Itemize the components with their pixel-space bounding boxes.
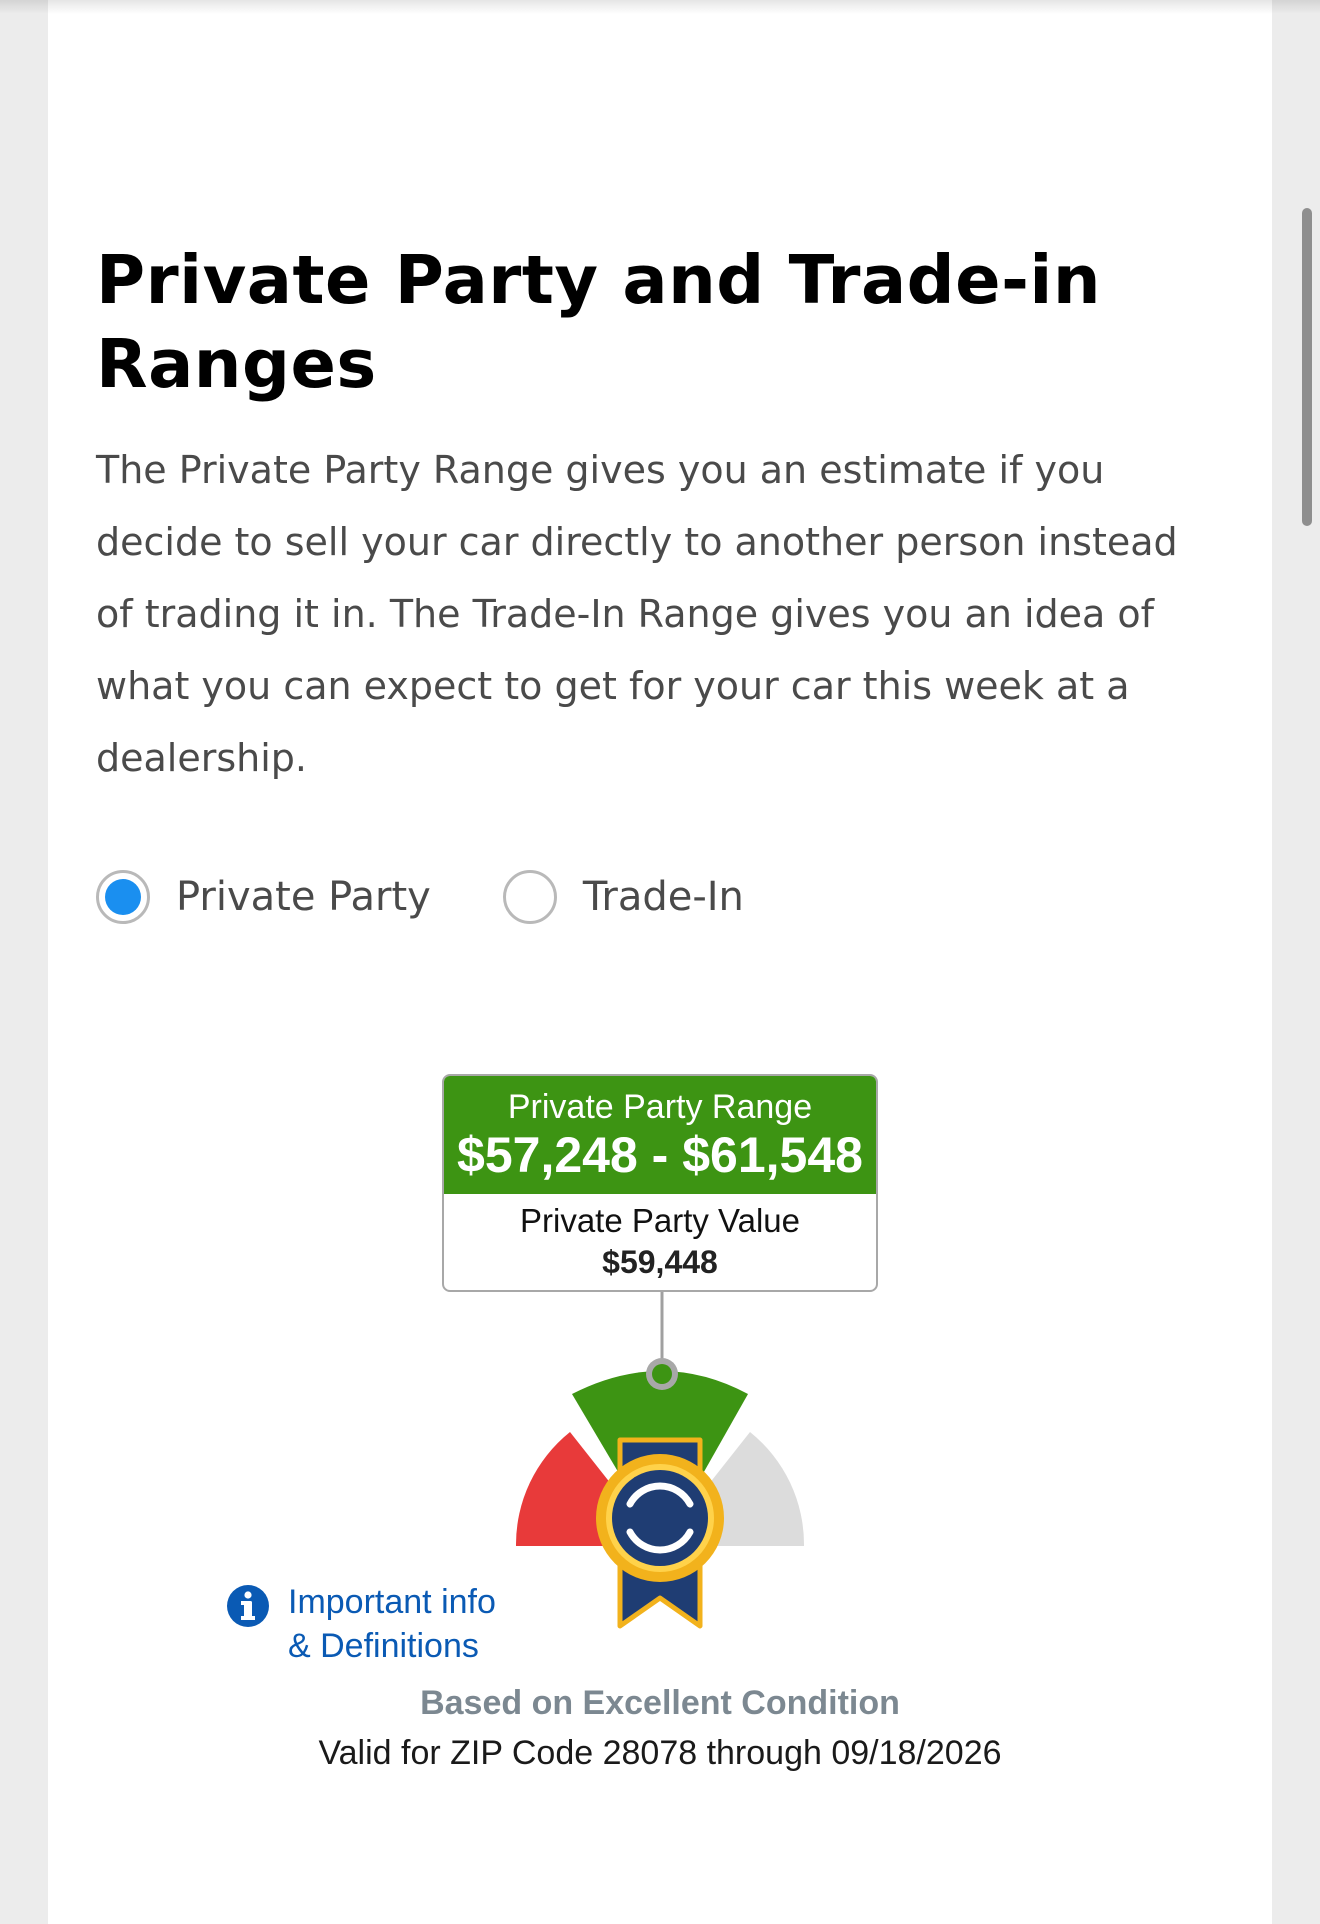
section-description: The Private Party Range gives you an est… [96,448,1178,780]
private-party-radio-label[interactable]: Private Party [176,874,431,920]
kbb-ribbon-badge-icon [596,1454,724,1582]
section-title: Private Party and Trade-in Ranges [96,241,1102,403]
price-gauge [515,1292,805,1629]
important-info-text[interactable]: Important info & Definitions [288,1580,496,1668]
value-amount: $59,448 [602,1244,718,1280]
range-type-radio-group: Private Party Trade-In [96,866,744,928]
private-party-radio[interactable]: Private Party [96,870,431,924]
range-header: Private Party Range $57,248 - $61,548 [444,1076,876,1194]
validity-note: Valid for ZIP Code 28078 through 09/18/2… [318,1734,1002,1772]
trade-in-radio-label[interactable]: Trade-In [583,874,744,920]
trade-in-radio-circle[interactable] [502,870,557,924]
price-range-box: Private Party Range $57,248 - $61,548 Pr… [442,1074,878,1292]
important-info-line1[interactable]: Important info [288,1583,496,1621]
info-icon[interactable] [226,1584,270,1628]
private-party-radio-circle[interactable] [96,870,150,924]
scrollbar[interactable] [1302,208,1312,526]
radio-selected-dot [105,879,141,915]
trade-in-radio[interactable]: Trade-In [502,870,744,924]
important-info-line2[interactable]: & Definitions [288,1627,479,1665]
important-info-link[interactable]: Important info & Definitions [226,1580,496,1668]
condition-note: Based on Excellent Condition [420,1684,900,1722]
value-title: Private Party Value [519,1202,801,1239]
range-values: $57,248 - $61,548 [457,1127,863,1183]
range-title: Private Party Range [507,1088,813,1126]
header-shadow [0,0,1320,14]
gauge-pin-center [652,1364,672,1384]
